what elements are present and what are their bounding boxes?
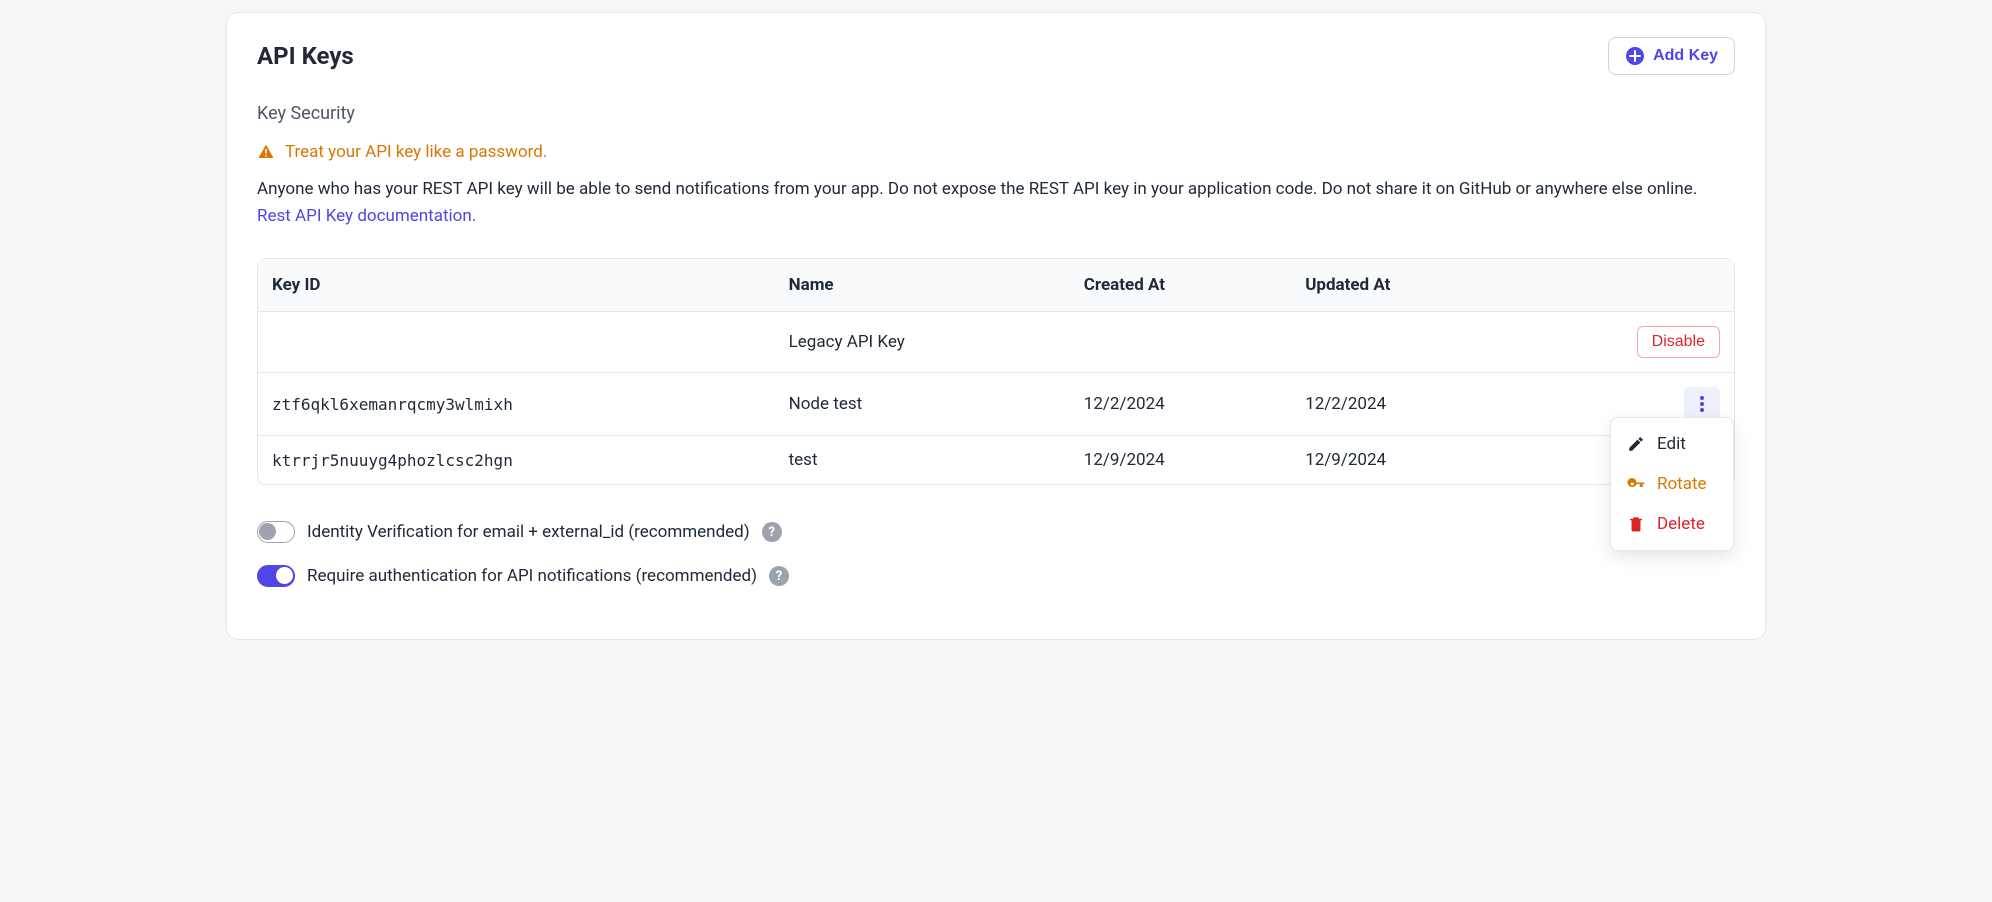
add-key-button[interactable]: Add Key bbox=[1608, 37, 1735, 75]
table-row: ktrrjr5nuuyg4phozlcsc2hgn test 12/9/2024… bbox=[258, 436, 1734, 485]
api-keys-table-wrap: Key ID Name Created At Updated At Legacy… bbox=[257, 258, 1735, 485]
cell-created-at: 12/9/2024 bbox=[1070, 436, 1291, 485]
cell-created-at bbox=[1070, 312, 1291, 373]
page-title: API Keys bbox=[257, 42, 354, 70]
identity-verification-label: Identity Verification for email + extern… bbox=[307, 522, 750, 542]
warning-row: Treat your API key like a password. bbox=[257, 142, 1735, 162]
menu-edit-label: Edit bbox=[1657, 434, 1686, 454]
cell-key-id: ktrrjr5nuuyg4phozlcsc2hgn bbox=[258, 436, 775, 485]
identity-verification-row: Identity Verification for email + extern… bbox=[257, 521, 1735, 543]
plus-circle-icon bbox=[1625, 46, 1645, 66]
disable-button[interactable]: Disable bbox=[1637, 326, 1720, 358]
col-updated-at: Updated At bbox=[1291, 259, 1557, 312]
cell-updated-at bbox=[1291, 312, 1557, 373]
trash-icon bbox=[1627, 515, 1645, 533]
cell-key-id: ztf6qkl6xemanrqcmy3wlmixh bbox=[258, 373, 775, 436]
auth-required-row: Require authentication for API notificat… bbox=[257, 565, 1735, 587]
table-row: Legacy API Key Disable bbox=[258, 312, 1734, 373]
col-actions bbox=[1557, 259, 1734, 312]
key-security-heading: Key Security bbox=[257, 103, 1735, 124]
add-key-label: Add Key bbox=[1653, 47, 1718, 65]
security-description: Anyone who has your REST API key will be… bbox=[257, 176, 1735, 230]
api-keys-table: Key ID Name Created At Updated At Legacy… bbox=[258, 259, 1734, 484]
api-keys-card: API Keys Add Key Key Security Treat your… bbox=[226, 12, 1766, 640]
cell-name: test bbox=[775, 436, 1070, 485]
auth-required-label: Require authentication for API notificat… bbox=[307, 566, 757, 586]
kebab-icon bbox=[1700, 396, 1704, 412]
col-name: Name bbox=[775, 259, 1070, 312]
col-key-id: Key ID bbox=[258, 259, 775, 312]
warning-text: Treat your API key like a password. bbox=[285, 142, 547, 162]
col-created-at: Created At bbox=[1070, 259, 1291, 312]
menu-delete-label: Delete bbox=[1657, 514, 1705, 534]
table-row: ztf6qkl6xemanrqcmy3wlmixh Node test 12/2… bbox=[258, 373, 1734, 436]
warning-triangle-icon bbox=[257, 143, 275, 161]
cell-updated-at: 12/9/2024 bbox=[1291, 436, 1557, 485]
key-icon bbox=[1627, 475, 1645, 493]
menu-item-edit[interactable]: Edit bbox=[1611, 424, 1733, 464]
cell-name: Node test bbox=[775, 373, 1070, 436]
menu-rotate-label: Rotate bbox=[1657, 474, 1707, 494]
row-actions-button[interactable] bbox=[1684, 387, 1720, 421]
cell-key-id bbox=[258, 312, 775, 373]
rest-api-doc-link[interactable]: Rest API Key documentation. bbox=[257, 206, 476, 226]
table-header-row: Key ID Name Created At Updated At bbox=[258, 259, 1734, 312]
menu-item-rotate[interactable]: Rotate bbox=[1611, 464, 1733, 504]
pencil-icon bbox=[1627, 435, 1645, 453]
cell-updated-at: 12/2/2024 bbox=[1291, 373, 1557, 436]
identity-verification-toggle[interactable] bbox=[257, 521, 295, 543]
help-icon[interactable]: ? bbox=[762, 522, 782, 542]
cell-name: Legacy API Key bbox=[775, 312, 1070, 373]
description-text: Anyone who has your REST API key will be… bbox=[257, 179, 1697, 199]
cell-created-at: 12/2/2024 bbox=[1070, 373, 1291, 436]
help-icon[interactable]: ? bbox=[769, 566, 789, 586]
auth-required-toggle[interactable] bbox=[257, 565, 295, 587]
header-row: API Keys Add Key bbox=[257, 37, 1735, 75]
row-actions-menu: Edit Rotate Delete bbox=[1610, 417, 1734, 551]
menu-item-delete[interactable]: Delete bbox=[1611, 504, 1733, 544]
